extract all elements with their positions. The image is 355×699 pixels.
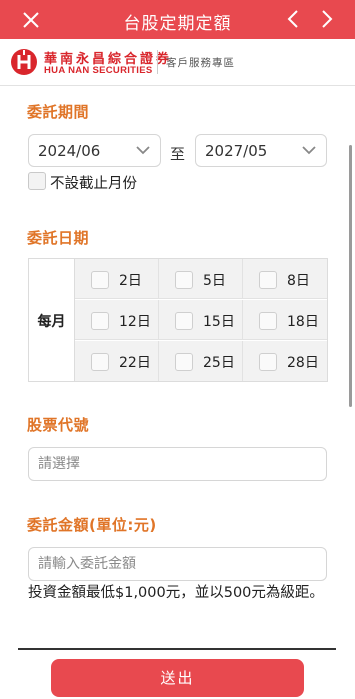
day-option[interactable]: 5日 xyxy=(159,259,243,299)
day-option[interactable]: 25日 xyxy=(159,341,243,381)
day-label: 25日 xyxy=(203,355,235,371)
day-label: 12日 xyxy=(119,314,151,330)
day-checkbox[interactable] xyxy=(91,312,109,330)
day-checkbox[interactable] xyxy=(175,312,193,330)
amount-title: 委託金額(單位:元) xyxy=(27,516,157,534)
chevron-down-icon xyxy=(136,146,150,155)
start-month-select[interactable]: 2024/06 xyxy=(28,134,161,167)
submit-button[interactable]: 送出 xyxy=(51,659,304,697)
day-option[interactable]: 28日 xyxy=(243,341,327,381)
day-label: 8日 xyxy=(287,273,310,289)
amount-note: 投資金額最低$1,000元，並以500元為級距。 xyxy=(28,585,324,601)
footer-divider xyxy=(18,648,336,650)
brand-bar: 華南永昌綜合證券 HUA NAN SECURITIES 客戶服務專區 xyxy=(0,39,355,86)
day-option[interactable]: 2日 xyxy=(75,259,159,299)
day-option[interactable]: 8日 xyxy=(243,259,327,299)
service-area-label: 客戶服務專區 xyxy=(166,57,235,69)
amount-field[interactable] xyxy=(28,547,327,581)
stock-select[interactable] xyxy=(28,447,327,481)
day-checkbox[interactable] xyxy=(259,353,277,371)
period-title: 委託期間 xyxy=(27,103,90,121)
day-label: 22日 xyxy=(119,355,151,371)
day-label: 28日 xyxy=(287,355,319,371)
day-checkbox[interactable] xyxy=(259,271,277,289)
day-checkbox[interactable] xyxy=(259,312,277,330)
end-month-select[interactable]: 2027/05 xyxy=(195,134,327,167)
day-checkbox[interactable] xyxy=(91,271,109,289)
day-option[interactable]: 18日 xyxy=(243,300,327,340)
hua-nan-logo-icon xyxy=(11,49,37,75)
start-month-value: 2024/06 xyxy=(38,142,101,160)
day-option[interactable]: 15日 xyxy=(159,300,243,340)
chevron-left-icon[interactable] xyxy=(284,8,302,30)
stock-title: 股票代號 xyxy=(27,416,90,434)
day-checkbox[interactable] xyxy=(175,271,193,289)
no-end-month-checkbox[interactable] xyxy=(28,172,46,190)
scrollbar[interactable] xyxy=(349,145,352,407)
no-end-month-label: 不設截止月份 xyxy=(50,176,137,192)
brand-name-en: HUA NAN SECURITIES xyxy=(44,65,153,76)
day-label: 15日 xyxy=(203,314,235,330)
to-label: 至 xyxy=(170,145,186,163)
brand-divider xyxy=(157,50,158,74)
day-checkbox[interactable] xyxy=(91,353,109,371)
chevron-right-icon[interactable] xyxy=(318,8,336,30)
day-label: 18日 xyxy=(287,314,319,330)
day-option[interactable]: 12日 xyxy=(75,300,159,340)
month-cell: 每月 xyxy=(29,259,75,381)
chevron-down-icon xyxy=(302,146,316,155)
day-label: 2日 xyxy=(119,273,142,289)
amount-input[interactable] xyxy=(38,554,318,574)
stock-input[interactable] xyxy=(38,454,318,474)
day-option[interactable]: 22日 xyxy=(75,341,159,381)
end-month-value: 2027/05 xyxy=(205,142,268,160)
day-checkbox[interactable] xyxy=(175,353,193,371)
day-grid: 每月 2日 5日 8日 12日 15日 18日 22日 25日 28日 xyxy=(28,258,328,382)
dates-title: 委託日期 xyxy=(27,229,90,247)
top-bar: 台股定期定額 xyxy=(0,0,355,39)
month-label: 每月 xyxy=(37,314,66,330)
day-label: 5日 xyxy=(203,273,226,289)
